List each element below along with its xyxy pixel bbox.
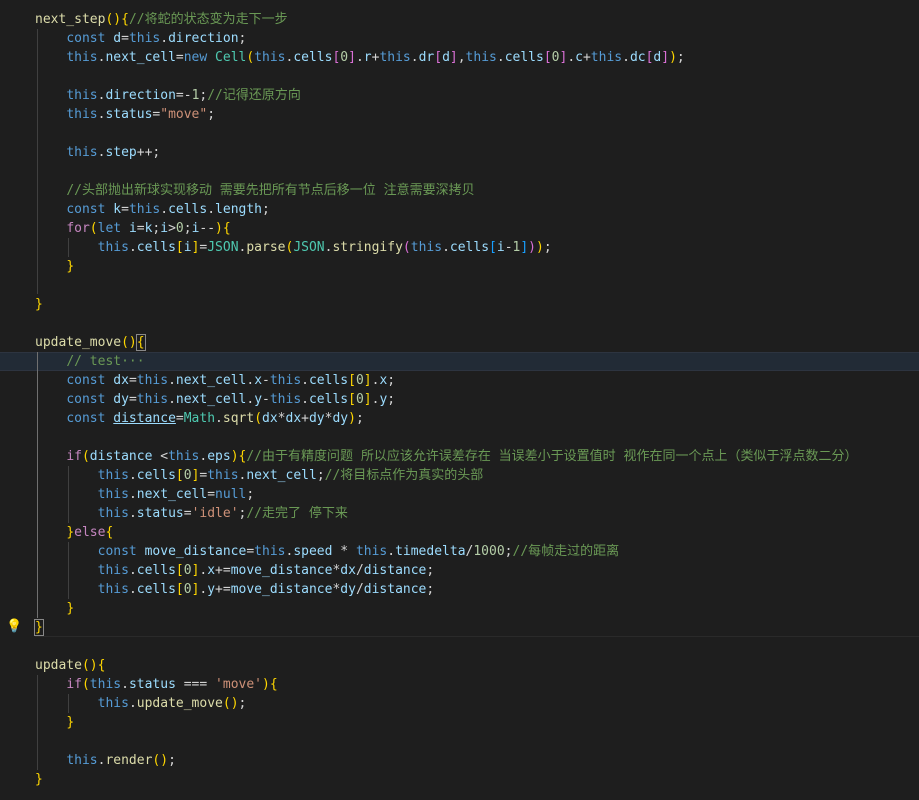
code-line[interactable]: const k=this.cells.length;: [35, 200, 270, 219]
code-line[interactable]: const dx=this.next_cell.x-this.cells[0].…: [35, 371, 395, 390]
code-line[interactable]: this.render();: [35, 751, 176, 770]
code-line[interactable]: //头部抛出新球实现移动 需要先把所有节点后移一位 注意需要深拷贝: [35, 181, 474, 200]
code-line[interactable]: this.cells[0].x+=move_distance*dx/distan…: [35, 561, 435, 580]
code-line[interactable]: }: [35, 713, 74, 732]
code-line[interactable]: update_move(){: [35, 333, 146, 352]
code-line[interactable]: update(){: [35, 656, 105, 675]
line-separator: [35, 636, 919, 637]
code-line[interactable]: }: [35, 599, 74, 618]
code-line[interactable]: this.step++;: [35, 143, 160, 162]
code-line[interactable]: }: [34, 618, 44, 637]
code-line[interactable]: if(this.status === 'move'){: [35, 675, 277, 694]
code-line[interactable]: for(let i=k;i>0;i--){: [35, 219, 230, 238]
code-line[interactable]: // test···: [35, 352, 144, 371]
code-line[interactable]: }: [35, 770, 43, 789]
code-line[interactable]: const move_distance=this.speed * this.ti…: [35, 542, 620, 561]
code-line[interactable]: this.cells[0]=this.next_cell;//将目标点作为真实的…: [35, 466, 484, 485]
code-line[interactable]: this.direction=-1;//记得还原方向: [35, 86, 301, 105]
code-line[interactable]: }: [35, 295, 43, 314]
code-line[interactable]: }else{: [35, 523, 113, 542]
code-line[interactable]: this.status='idle';//走完了 停下来: [35, 504, 348, 523]
code-line[interactable]: this.cells[0].y+=move_distance*dy/distan…: [35, 580, 435, 599]
code-line[interactable]: this.cells[i]=JSON.parse(JSON.stringify(…: [35, 238, 552, 257]
code-line[interactable]: }: [35, 257, 74, 276]
code-line[interactable]: this.next_cell=new Cell(this.cells[0].r+…: [35, 48, 684, 67]
code-line[interactable]: this.status="move";: [35, 105, 215, 124]
code-editor[interactable]: 💡 next_step(){//将蛇的状态变为走下一步 const d=this…: [0, 0, 919, 800]
code-line[interactable]: if(distance <this.eps){//由于有精度问题 所以应该允许误…: [35, 447, 857, 466]
code-line[interactable]: next_step(){//将蛇的状态变为走下一步: [35, 10, 288, 29]
code-line[interactable]: const distance=Math.sqrt(dx*dx+dy*dy);: [35, 409, 363, 428]
code-line[interactable]: const dy=this.next_cell.y-this.cells[0].…: [35, 390, 395, 409]
code-line[interactable]: this.next_cell=null;: [35, 485, 255, 504]
lightbulb-icon[interactable]: 💡: [6, 619, 22, 635]
code-line[interactable]: const d=this.direction;: [35, 29, 246, 48]
code-line[interactable]: this.update_move();: [35, 694, 247, 713]
